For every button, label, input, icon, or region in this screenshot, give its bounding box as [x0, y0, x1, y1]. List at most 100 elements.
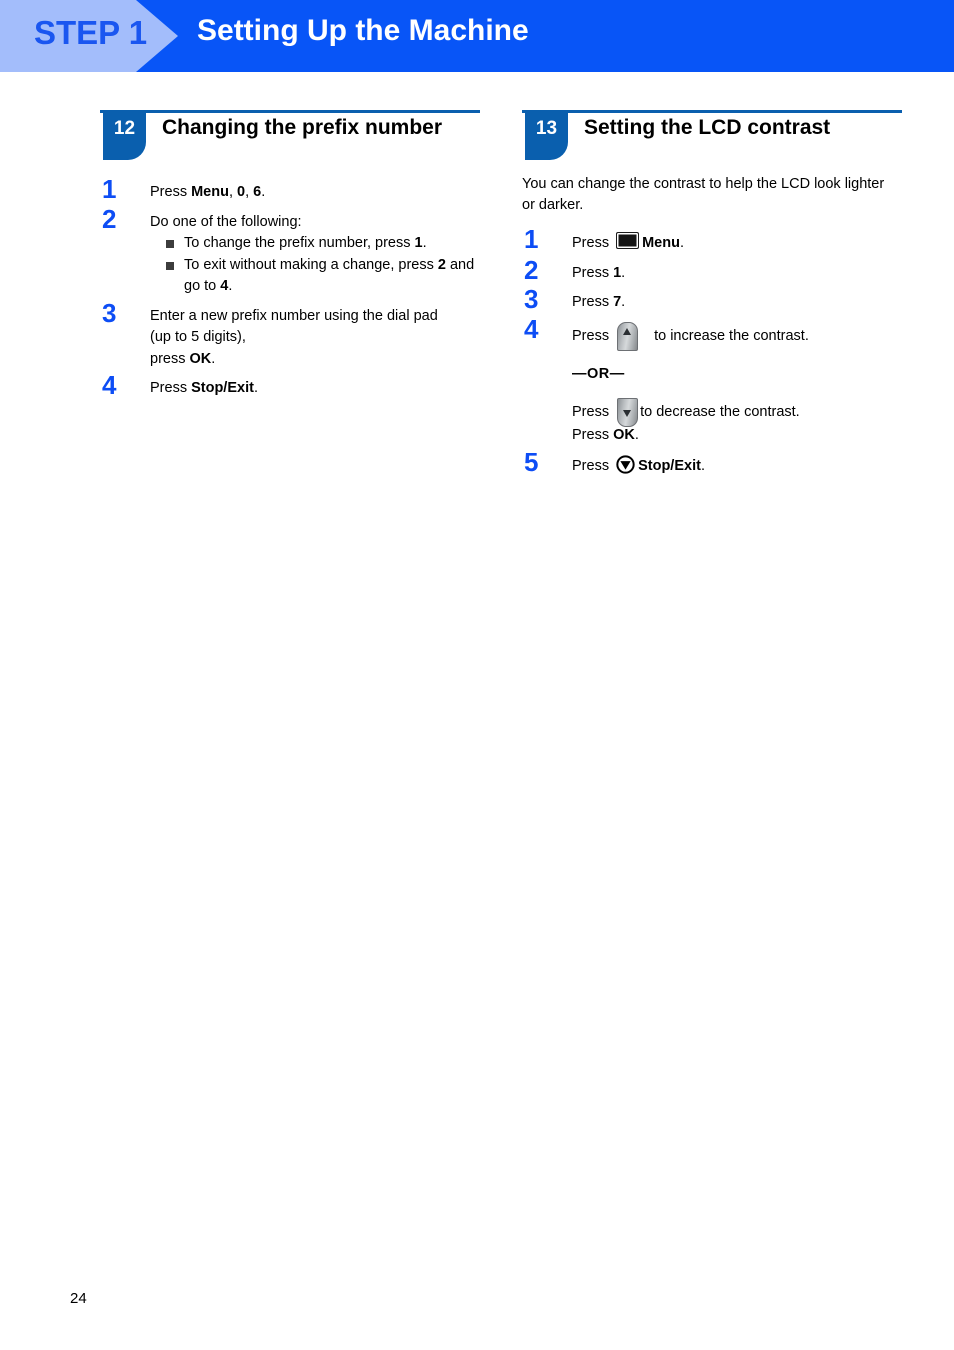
body-text: .	[634, 427, 639, 443]
step-number: 3	[102, 297, 117, 328]
step-text-line: Press Stop/Exit.	[150, 378, 480, 400]
instruction-step: 2 Do one of the following: To change the p…	[100, 206, 480, 298]
body-text: .	[253, 380, 258, 396]
stop-exit-icon	[616, 454, 635, 474]
emphasis-text: 2	[437, 256, 446, 273]
step-body: Press 1.	[572, 261, 902, 285]
section-rule	[100, 110, 480, 113]
body-text: Press	[572, 327, 614, 344]
steps-list-left: 1 Press Menu, 0, 6. 2 Do one of the followi…	[100, 176, 480, 400]
body-text: Press	[572, 404, 614, 420]
body-text: .	[228, 278, 233, 294]
step-text-line: Press to decrease the contrast.	[572, 398, 902, 427]
step-text-line: Press OK.	[572, 425, 902, 447]
body-text: Press	[572, 294, 614, 310]
section-rule	[522, 110, 902, 113]
bullet-item: To change the prefix number, press 1.	[166, 233, 480, 255]
body-text: .	[621, 264, 626, 281]
body-text: To exit without making a change, press	[184, 256, 438, 273]
step-body: Press Menu.	[572, 230, 902, 255]
arrow-down-key-icon	[617, 398, 639, 427]
instruction-step: 5 Press Stop/Exit.	[522, 449, 902, 478]
emphasis-text: Stop/Exit	[191, 380, 254, 396]
step-text-line: Do one of the following:	[150, 212, 480, 234]
section-heading-12: 12 Changing the prefix number	[100, 110, 480, 166]
body-text: Press	[572, 235, 614, 251]
step-body: Press Stop/Exit.	[572, 453, 902, 478]
step-number: 2	[102, 203, 117, 234]
emphasis-text: 7	[613, 294, 622, 310]
body-text: to decrease the contrast.	[640, 404, 800, 420]
emphasis-text: Menu	[191, 184, 229, 200]
step-number: 1	[524, 224, 539, 254]
body-text: (up to 5 digits),	[150, 329, 246, 345]
section-number-badge: 12	[103, 113, 146, 160]
body-text: Press	[572, 264, 614, 281]
body-text: Do one of the following:	[150, 213, 302, 230]
step-body: Press 7.	[572, 290, 902, 314]
section-number-badge: 13	[525, 113, 568, 160]
section-title: Changing the prefix number	[162, 116, 443, 139]
step-text-line: Press 7.	[572, 292, 902, 314]
step-text-line: Press 1.	[572, 263, 902, 285]
body-text: ,	[245, 184, 254, 200]
step-number: 4	[524, 313, 539, 344]
step-label: STEP 1	[34, 14, 148, 51]
step-body: Press to increase the contrast. —OR— Press…	[572, 320, 902, 447]
step-number: 1	[102, 174, 117, 204]
step-number: 5	[524, 446, 539, 477]
section-intro-text: You can change the contrast to help the …	[522, 176, 885, 213]
step-body: Press Stop/Exit.	[150, 376, 480, 400]
body-text: press	[150, 350, 190, 367]
emphasis-text: 1	[414, 235, 423, 251]
bullet-item: To exit without making a change, press 2…	[166, 255, 480, 298]
body-text: ,	[228, 184, 238, 200]
instruction-step: 4 Press to increase the contrast. —OR— Pres…	[522, 316, 902, 447]
step-number: 4	[102, 370, 117, 400]
page-header-banner: STEP 1 Setting Up the Machine	[0, 0, 954, 72]
step-text-line: Press Stop/Exit.	[572, 454, 902, 478]
instruction-step: 2 Press 1.	[522, 257, 902, 285]
step-text-line: Press to increase the contrast.	[572, 321, 902, 351]
or-separator-label: —OR—	[572, 365, 625, 382]
section-title: Setting the LCD contrast	[584, 116, 831, 139]
step-number: 2	[524, 254, 539, 285]
emphasis-text: 0	[237, 184, 246, 200]
arrow-up-key-icon	[617, 321, 639, 351]
emphasis-text: OK	[189, 350, 212, 367]
instruction-step: 1 Press Menu.	[522, 226, 902, 255]
instruction-step: 3 Enter a new prefix number using the dia…	[100, 300, 480, 371]
body-text: .	[422, 235, 427, 251]
step-body: Enter a new prefix number using the dial…	[150, 304, 480, 371]
page-number: 24	[70, 1290, 87, 1307]
body-text: Press	[572, 427, 614, 443]
instruction-step: 4 Press Stop/Exit.	[100, 372, 480, 400]
step-number: 3	[524, 284, 539, 314]
body-text: Press	[150, 184, 192, 200]
section-heading-13: 13 Setting the LCD contrast	[522, 110, 902, 166]
step-body: Press Menu, 0, 6.	[150, 180, 480, 204]
instruction-step: 1 Press Menu, 0, 6.	[100, 176, 480, 204]
body-text: .	[621, 294, 626, 310]
menu-button-icon	[616, 232, 640, 249]
body-text: .	[211, 350, 216, 367]
body-text: .	[700, 457, 705, 474]
step-text-line: Press Menu, 0, 6.	[150, 182, 480, 204]
body-text: .	[679, 235, 684, 251]
body-text: .	[261, 184, 266, 200]
body-text: Enter a new prefix number using the dial…	[150, 307, 438, 324]
body-text: Press	[150, 380, 192, 396]
step-text-line: (up to 5 digits),	[150, 327, 480, 349]
section-column-right: 13 Setting the LCD contrast You can chan…	[522, 110, 902, 483]
step-body: Do one of the following: To change the pr…	[150, 210, 480, 298]
bullet-list: To change the prefix number, press 1. To …	[150, 233, 480, 298]
section-column-left: 12 Changing the prefix number 1 Press Men…	[100, 110, 480, 406]
step-text-line: Enter a new prefix number using the dial…	[150, 306, 480, 328]
body-text: Press	[572, 457, 614, 474]
steps-list-right: 1 Press Menu. 2 Press 1. 3 Press 7. 4 Press to …	[522, 226, 902, 478]
step-text-line: press OK.	[150, 349, 480, 371]
emphasis-text: 1	[613, 264, 622, 281]
emphasis-text: Stop/Exit	[638, 457, 701, 474]
instruction-step: 3 Press 7.	[522, 286, 902, 314]
body-text: To change the prefix number, press	[184, 235, 415, 251]
